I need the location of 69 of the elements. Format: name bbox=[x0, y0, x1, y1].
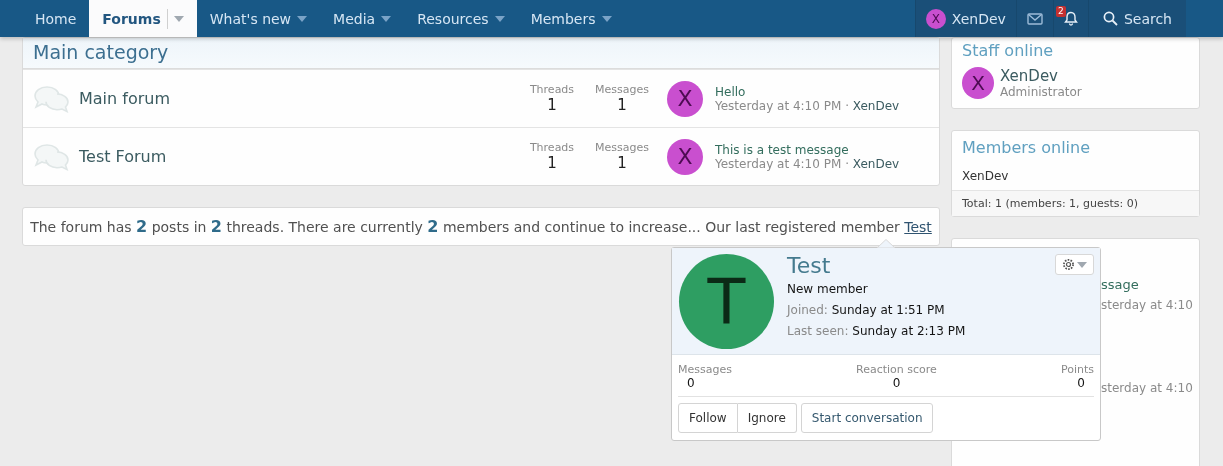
alerts-button[interactable]: 2 bbox=[1052, 0, 1088, 37]
settings-menu-button[interactable] bbox=[1055, 254, 1094, 275]
member-name[interactable]: Test bbox=[787, 253, 966, 278]
nav-tab[interactable]: Forums bbox=[89, 0, 197, 37]
stat-label: Reaction score bbox=[856, 363, 937, 376]
nav-tab[interactable]: Members bbox=[517, 0, 625, 37]
avatar[interactable]: X bbox=[962, 67, 994, 99]
inbox-button[interactable] bbox=[1015, 0, 1053, 37]
forum-title-link[interactable]: Test Forum bbox=[79, 147, 167, 166]
stat-label: Points bbox=[1060, 363, 1094, 376]
envelope-icon bbox=[1026, 12, 1043, 25]
avatar[interactable]: X bbox=[667, 80, 703, 117]
settings-icon bbox=[1062, 258, 1075, 271]
nav-tab[interactable]: Media bbox=[320, 0, 405, 37]
fact-label: Joined: bbox=[787, 303, 828, 317]
author-link[interactable]: XenDev bbox=[852, 98, 900, 113]
member-name-link[interactable]: XenDev bbox=[1000, 67, 1082, 85]
threads-count: 1 bbox=[547, 96, 557, 114]
speech-bubbles-icon bbox=[33, 84, 71, 113]
nav-tab[interactable]: Resources bbox=[404, 0, 518, 37]
avatar[interactable]: X bbox=[925, 8, 946, 29]
threads-label: Threads bbox=[529, 83, 575, 96]
stat-value: 0 bbox=[686, 376, 696, 390]
latest-post-link[interactable]: This is a test message bbox=[715, 142, 849, 157]
latest-post-date: Yesterday at 4:10 PM bbox=[715, 156, 842, 171]
widget-title: Members online bbox=[961, 137, 1092, 159]
messages-label: Messages bbox=[595, 83, 649, 96]
avatar[interactable]: X bbox=[667, 138, 703, 175]
threads-label: Threads bbox=[529, 141, 575, 154]
fact-value: Sunday at 2:13 PM bbox=[852, 324, 966, 338]
bell-icon bbox=[1063, 11, 1078, 26]
member-title: New member bbox=[787, 282, 869, 296]
post-link[interactable]: ssage bbox=[1101, 277, 1139, 292]
separator-dot: · bbox=[845, 98, 849, 113]
nav-tab[interactable]: What's new bbox=[196, 0, 321, 37]
action-button[interactable]: Ignore bbox=[737, 403, 797, 433]
messages-count: 1 bbox=[617, 96, 627, 114]
category-title[interactable]: Main category bbox=[23, 38, 939, 69]
fact-label: Last seen: bbox=[787, 324, 849, 338]
widget-title: Staff online bbox=[961, 40, 1055, 62]
member-link[interactable]: Test bbox=[904, 219, 932, 235]
stat-value: 0 bbox=[891, 376, 902, 390]
messages-count: 1 bbox=[617, 154, 627, 172]
messages-label: Messages bbox=[595, 141, 649, 154]
post-date: sterday at 4:10 bbox=[1101, 381, 1193, 395]
action-button[interactable]: Start conversation bbox=[800, 403, 934, 433]
threads-count: 1 bbox=[547, 154, 557, 172]
member-name-link[interactable]: XenDev bbox=[962, 169, 1009, 183]
search-button[interactable]: Search bbox=[1087, 0, 1186, 37]
fact-value: Sunday at 1:51 PM bbox=[831, 303, 945, 317]
alert-count-badge: 2 bbox=[1055, 6, 1066, 17]
nav-tab[interactable]: Home bbox=[22, 0, 90, 37]
speech-bubbles-icon bbox=[33, 142, 71, 171]
action-button[interactable]: Follow bbox=[678, 403, 738, 433]
caret-icon bbox=[1077, 261, 1087, 268]
search-icon bbox=[1102, 11, 1118, 26]
online-total: Total: 1 (members: 1, guests: 0) bbox=[952, 190, 1199, 216]
latest-post-date: Yesterday at 4:10 PM bbox=[715, 98, 842, 113]
member-role: Administrator bbox=[1000, 85, 1082, 99]
forum-title-link[interactable]: Main forum bbox=[79, 89, 170, 108]
forum-stats-text: The forum has 2 posts in 2 threads. There are currently 2 members and continue to increase... Our last registered member bbox=[30, 219, 900, 235]
post-date: sterday at 4:10 bbox=[1101, 298, 1193, 312]
stat-value: 0 bbox=[1076, 376, 1086, 390]
separator-dot: · bbox=[845, 156, 849, 171]
latest-post-link[interactable]: Hello bbox=[715, 84, 746, 99]
stat-label: Messages bbox=[678, 363, 732, 376]
account-button[interactable]: X XenDev bbox=[914, 0, 1016, 37]
avatar[interactable]: T bbox=[679, 254, 774, 349]
author-link[interactable]: XenDev bbox=[852, 156, 900, 171]
